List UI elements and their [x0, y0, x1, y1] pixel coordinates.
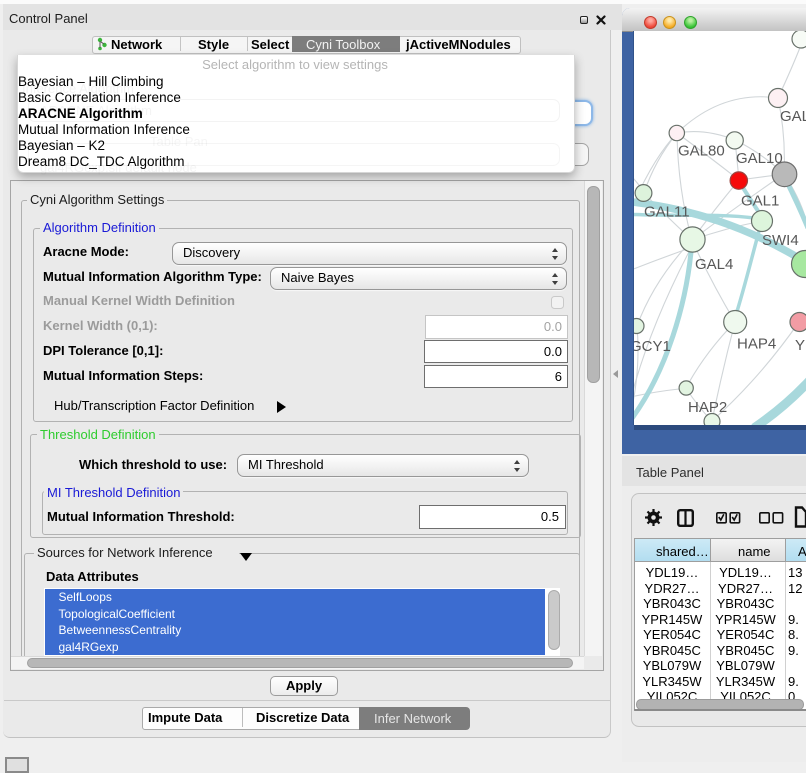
- svg-text:GAL4: GAL4: [695, 256, 733, 273]
- svg-text:GAL1: GAL1: [741, 193, 779, 210]
- svg-text:GCY1: GCY1: [634, 338, 671, 355]
- svg-text:GAL11: GAL11: [644, 204, 690, 221]
- svg-text:SWI4: SWI4: [762, 232, 799, 249]
- svg-text:Y: Y: [795, 337, 805, 354]
- svg-text:GAL10: GAL10: [736, 150, 783, 167]
- svg-text:GAL80: GAL80: [678, 143, 725, 160]
- svg-text:HAP2: HAP2: [688, 399, 727, 416]
- svg-text:GAL8: GAL8: [780, 108, 806, 125]
- svg-text:HAP4: HAP4: [737, 336, 776, 353]
